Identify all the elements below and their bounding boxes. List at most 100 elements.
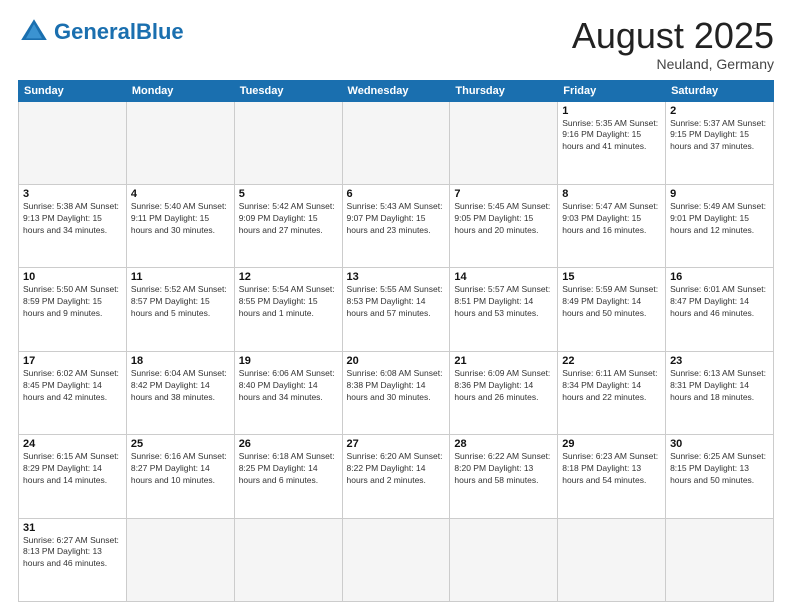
day-info: Sunrise: 5:50 AM Sunset: 8:59 PM Dayligh…: [23, 284, 122, 320]
day-number: 2: [670, 105, 769, 117]
table-row: 10Sunrise: 5:50 AM Sunset: 8:59 PM Dayli…: [19, 268, 127, 351]
table-row: [19, 101, 127, 184]
day-info: Sunrise: 5:59 AM Sunset: 8:49 PM Dayligh…: [562, 284, 661, 320]
calendar-week-2: 3Sunrise: 5:38 AM Sunset: 9:13 PM Daylig…: [19, 184, 774, 267]
table-row: 5Sunrise: 5:42 AM Sunset: 9:09 PM Daylig…: [234, 184, 342, 267]
calendar-week-5: 24Sunrise: 6:15 AM Sunset: 8:29 PM Dayli…: [19, 435, 774, 518]
table-row: 2Sunrise: 5:37 AM Sunset: 9:15 PM Daylig…: [666, 101, 774, 184]
table-row: 16Sunrise: 6:01 AM Sunset: 8:47 PM Dayli…: [666, 268, 774, 351]
day-number: 10: [23, 271, 122, 283]
day-info: Sunrise: 6:20 AM Sunset: 8:22 PM Dayligh…: [347, 451, 446, 487]
day-info: Sunrise: 5:52 AM Sunset: 8:57 PM Dayligh…: [131, 284, 230, 320]
header-wednesday: Wednesday: [342, 80, 450, 101]
month-title: August 2025: [572, 16, 774, 56]
title-block: August 2025 Neuland, Germany: [572, 16, 774, 72]
day-info: Sunrise: 5:57 AM Sunset: 8:51 PM Dayligh…: [454, 284, 553, 320]
day-info: Sunrise: 5:43 AM Sunset: 9:07 PM Dayligh…: [347, 201, 446, 237]
day-number: 5: [239, 188, 338, 200]
table-row: [558, 518, 666, 601]
header-tuesday: Tuesday: [234, 80, 342, 101]
calendar: Sunday Monday Tuesday Wednesday Thursday…: [18, 80, 774, 602]
day-number: 16: [670, 271, 769, 283]
logo-general: General: [54, 19, 136, 44]
table-row: 22Sunrise: 6:11 AM Sunset: 8:34 PM Dayli…: [558, 351, 666, 434]
header-saturday: Saturday: [666, 80, 774, 101]
table-row: 11Sunrise: 5:52 AM Sunset: 8:57 PM Dayli…: [126, 268, 234, 351]
table-row: [126, 518, 234, 601]
calendar-week-6: 31Sunrise: 6:27 AM Sunset: 8:13 PM Dayli…: [19, 518, 774, 601]
day-info: Sunrise: 6:27 AM Sunset: 8:13 PM Dayligh…: [23, 535, 122, 571]
day-info: Sunrise: 6:23 AM Sunset: 8:18 PM Dayligh…: [562, 451, 661, 487]
day-info: Sunrise: 6:09 AM Sunset: 8:36 PM Dayligh…: [454, 368, 553, 404]
table-row: 14Sunrise: 5:57 AM Sunset: 8:51 PM Dayli…: [450, 268, 558, 351]
table-row: 18Sunrise: 6:04 AM Sunset: 8:42 PM Dayli…: [126, 351, 234, 434]
table-row: 31Sunrise: 6:27 AM Sunset: 8:13 PM Dayli…: [19, 518, 127, 601]
table-row: 4Sunrise: 5:40 AM Sunset: 9:11 PM Daylig…: [126, 184, 234, 267]
calendar-week-4: 17Sunrise: 6:02 AM Sunset: 8:45 PM Dayli…: [19, 351, 774, 434]
table-row: [126, 101, 234, 184]
day-info: Sunrise: 6:18 AM Sunset: 8:25 PM Dayligh…: [239, 451, 338, 487]
day-number: 28: [454, 438, 553, 450]
day-number: 17: [23, 355, 122, 367]
day-number: 15: [562, 271, 661, 283]
table-row: 1Sunrise: 5:35 AM Sunset: 9:16 PM Daylig…: [558, 101, 666, 184]
table-row: 7Sunrise: 5:45 AM Sunset: 9:05 PM Daylig…: [450, 184, 558, 267]
day-number: 22: [562, 355, 661, 367]
table-row: [450, 101, 558, 184]
table-row: 3Sunrise: 5:38 AM Sunset: 9:13 PM Daylig…: [19, 184, 127, 267]
day-number: 21: [454, 355, 553, 367]
table-row: 13Sunrise: 5:55 AM Sunset: 8:53 PM Dayli…: [342, 268, 450, 351]
table-row: 20Sunrise: 6:08 AM Sunset: 8:38 PM Dayli…: [342, 351, 450, 434]
day-info: Sunrise: 5:47 AM Sunset: 9:03 PM Dayligh…: [562, 201, 661, 237]
day-number: 4: [131, 188, 230, 200]
calendar-header-row: Sunday Monday Tuesday Wednesday Thursday…: [19, 80, 774, 101]
header: GeneralBlue August 2025 Neuland, Germany: [18, 16, 774, 72]
header-friday: Friday: [558, 80, 666, 101]
day-info: Sunrise: 5:55 AM Sunset: 8:53 PM Dayligh…: [347, 284, 446, 320]
table-row: 27Sunrise: 6:20 AM Sunset: 8:22 PM Dayli…: [342, 435, 450, 518]
day-info: Sunrise: 6:06 AM Sunset: 8:40 PM Dayligh…: [239, 368, 338, 404]
location-subtitle: Neuland, Germany: [572, 56, 774, 72]
table-row: 28Sunrise: 6:22 AM Sunset: 8:20 PM Dayli…: [450, 435, 558, 518]
table-row: 30Sunrise: 6:25 AM Sunset: 8:15 PM Dayli…: [666, 435, 774, 518]
table-row: 15Sunrise: 5:59 AM Sunset: 8:49 PM Dayli…: [558, 268, 666, 351]
table-row: [234, 101, 342, 184]
day-info: Sunrise: 6:01 AM Sunset: 8:47 PM Dayligh…: [670, 284, 769, 320]
table-row: 19Sunrise: 6:06 AM Sunset: 8:40 PM Dayli…: [234, 351, 342, 434]
logo-text: GeneralBlue: [54, 21, 184, 43]
day-number: 18: [131, 355, 230, 367]
day-info: Sunrise: 6:22 AM Sunset: 8:20 PM Dayligh…: [454, 451, 553, 487]
day-info: Sunrise: 6:16 AM Sunset: 8:27 PM Dayligh…: [131, 451, 230, 487]
day-info: Sunrise: 6:02 AM Sunset: 8:45 PM Dayligh…: [23, 368, 122, 404]
header-monday: Monday: [126, 80, 234, 101]
table-row: [666, 518, 774, 601]
day-info: Sunrise: 5:35 AM Sunset: 9:16 PM Dayligh…: [562, 118, 661, 154]
table-row: 21Sunrise: 6:09 AM Sunset: 8:36 PM Dayli…: [450, 351, 558, 434]
day-info: Sunrise: 5:38 AM Sunset: 9:13 PM Dayligh…: [23, 201, 122, 237]
day-number: 11: [131, 271, 230, 283]
day-number: 23: [670, 355, 769, 367]
day-number: 12: [239, 271, 338, 283]
day-info: Sunrise: 6:13 AM Sunset: 8:31 PM Dayligh…: [670, 368, 769, 404]
day-info: Sunrise: 6:15 AM Sunset: 8:29 PM Dayligh…: [23, 451, 122, 487]
logo-blue: Blue: [136, 19, 184, 44]
day-info: Sunrise: 6:25 AM Sunset: 8:15 PM Dayligh…: [670, 451, 769, 487]
table-row: 25Sunrise: 6:16 AM Sunset: 8:27 PM Dayli…: [126, 435, 234, 518]
day-info: Sunrise: 5:49 AM Sunset: 9:01 PM Dayligh…: [670, 201, 769, 237]
day-number: 29: [562, 438, 661, 450]
day-number: 27: [347, 438, 446, 450]
logo-icon: [18, 16, 50, 48]
day-number: 19: [239, 355, 338, 367]
day-info: Sunrise: 6:04 AM Sunset: 8:42 PM Dayligh…: [131, 368, 230, 404]
day-info: Sunrise: 5:42 AM Sunset: 9:09 PM Dayligh…: [239, 201, 338, 237]
table-row: [342, 518, 450, 601]
table-row: [234, 518, 342, 601]
table-row: [342, 101, 450, 184]
day-number: 3: [23, 188, 122, 200]
table-row: 6Sunrise: 5:43 AM Sunset: 9:07 PM Daylig…: [342, 184, 450, 267]
day-number: 6: [347, 188, 446, 200]
day-info: Sunrise: 5:45 AM Sunset: 9:05 PM Dayligh…: [454, 201, 553, 237]
day-info: Sunrise: 5:54 AM Sunset: 8:55 PM Dayligh…: [239, 284, 338, 320]
table-row: 12Sunrise: 5:54 AM Sunset: 8:55 PM Dayli…: [234, 268, 342, 351]
header-sunday: Sunday: [19, 80, 127, 101]
